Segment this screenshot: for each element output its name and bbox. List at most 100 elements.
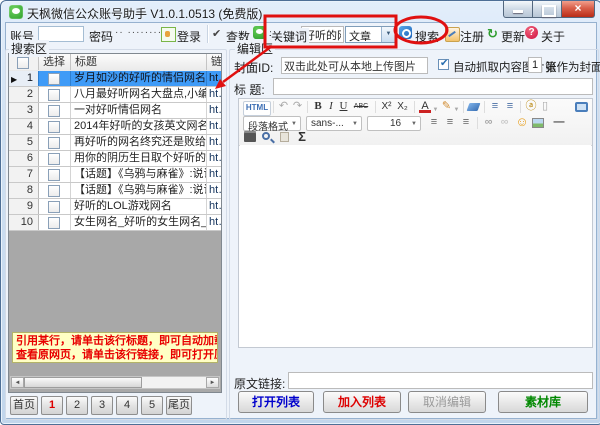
- row-link[interactable]: ht…: [207, 183, 221, 198]
- editor-content[interactable]: [240, 145, 591, 346]
- insert-image-icon[interactable]: [532, 118, 544, 128]
- text-color-button[interactable]: A: [419, 100, 431, 113]
- page-button-5[interactable]: 5: [141, 396, 163, 415]
- new-page-icon[interactable]: ▯: [539, 100, 551, 113]
- row-link[interactable]: ht…: [207, 167, 221, 182]
- row-link[interactable]: ht…: [207, 103, 221, 118]
- paragraph-format-select[interactable]: 段落格式▼: [243, 116, 301, 131]
- row-title[interactable]: 女生网名_好听的女生网名_女生…: [71, 215, 207, 230]
- table-row[interactable]: 7 【话题】《乌鸦与麻雀》:说说你… ht…: [9, 167, 221, 183]
- preview-icon[interactable]: [262, 132, 270, 140]
- scroll-left-icon[interactable]: ◄: [11, 377, 24, 388]
- print-icon[interactable]: [244, 133, 256, 142]
- underline-button[interactable]: U: [338, 100, 349, 113]
- eraser-icon[interactable]: [467, 103, 481, 111]
- horizontal-scrollbar[interactable]: ◄ ►: [10, 376, 220, 389]
- row-checkbox[interactable]: [48, 121, 60, 133]
- row-link[interactable]: ht…: [207, 135, 221, 150]
- row-title[interactable]: 好听的LOL游戏网名: [71, 199, 207, 214]
- emoticon-icon[interactable]: ☺: [515, 115, 529, 128]
- align-right-icon[interactable]: ≡: [459, 116, 473, 129]
- source-code-button[interactable]: HTML: [243, 101, 271, 116]
- page-first-button[interactable]: 首页: [10, 396, 38, 415]
- row-link[interactable]: ht…: [207, 215, 221, 230]
- page-button-3[interactable]: 3: [91, 396, 113, 415]
- table-row[interactable]: ▶1 岁月如沙的好听的情侣网名 ht…: [9, 71, 221, 87]
- scrollbar-thumb[interactable]: [24, 377, 142, 388]
- row-link[interactable]: ht…: [207, 199, 221, 214]
- row-title[interactable]: 再好听的网名终究还是败给了备注.: [71, 135, 207, 150]
- highlight-button[interactable]: ✎: [440, 100, 453, 113]
- maximize-editor-icon[interactable]: [575, 102, 588, 112]
- col-link[interactable]: 链接: [207, 54, 221, 70]
- bold-button[interactable]: B: [312, 100, 324, 113]
- row-link[interactable]: ht…: [207, 87, 221, 102]
- row-link[interactable]: ht…: [207, 71, 221, 86]
- row-checkbox[interactable]: [48, 169, 60, 181]
- italic-button[interactable]: I: [326, 100, 336, 113]
- cover-id-input[interactable]: [281, 57, 428, 74]
- source-link-input[interactable]: [288, 372, 593, 389]
- row-title[interactable]: 用你的阴历生日取个好听的网名…: [71, 151, 207, 166]
- article-title-input[interactable]: [273, 78, 593, 95]
- font-family-select[interactable]: sans-...▼: [306, 116, 362, 131]
- page-button-4[interactable]: 4: [116, 396, 138, 415]
- table-row[interactable]: 10 女生网名_好听的女生网名_女生… ht…: [9, 215, 221, 231]
- maximize-button[interactable]: [532, 1, 562, 18]
- password-input[interactable]: ·· ········: [115, 27, 162, 38]
- subscript-button[interactable]: X₂: [395, 100, 410, 113]
- about-button[interactable]: 关于: [541, 28, 565, 45]
- superscript-button[interactable]: X²: [379, 100, 394, 113]
- formula-icon[interactable]: Σ: [295, 130, 309, 143]
- redo-icon[interactable]: ↷: [291, 100, 304, 113]
- scroll-right-icon[interactable]: ►: [206, 377, 219, 388]
- material-library-button[interactable]: 素材库: [498, 391, 588, 413]
- row-checkbox[interactable]: [48, 73, 60, 85]
- align-left-icon[interactable]: ≡: [427, 116, 441, 129]
- add-to-list-button[interactable]: 加入列表: [323, 391, 401, 413]
- row-checkbox[interactable]: [48, 137, 60, 149]
- cancel-edit-button[interactable]: 取消编辑: [408, 391, 486, 413]
- horizontal-rule-icon[interactable]: —: [551, 116, 567, 129]
- page-button-1[interactable]: 1: [41, 396, 63, 415]
- close-button[interactable]: ×: [561, 1, 595, 18]
- page-button-2[interactable]: 2: [66, 396, 88, 415]
- row-checkbox[interactable]: [48, 153, 60, 165]
- row-checkbox[interactable]: [48, 185, 60, 197]
- col-title[interactable]: 标题: [71, 54, 207, 70]
- minimize-button[interactable]: [503, 1, 533, 18]
- row-checkbox[interactable]: [48, 105, 60, 117]
- table-row[interactable]: 8 【话题】《乌鸦与麻雀》:说说你… ht…: [9, 183, 221, 199]
- remove-link-icon[interactable]: ∞: [497, 116, 512, 129]
- article-type-select[interactable]: 文章 ▼: [345, 26, 396, 43]
- row-link[interactable]: ht…: [207, 151, 221, 166]
- row-title[interactable]: 2014年好听的女孩英文网名推荐 …: [71, 119, 207, 134]
- row-title[interactable]: 八月最好听网名大盘点,小编告诉…: [71, 87, 207, 102]
- row-title[interactable]: 一对好听情侣网名: [71, 103, 207, 118]
- table-row[interactable]: 2 八月最好听网名大盘点,小编告诉… ht…: [9, 87, 221, 103]
- strikethrough-button[interactable]: ABC: [351, 101, 371, 112]
- search-button[interactable]: 搜索: [415, 28, 439, 45]
- insert-link-icon[interactable]: ∞: [481, 116, 496, 129]
- cover-index-input[interactable]: [528, 57, 542, 73]
- row-title[interactable]: 【话题】《乌鸦与麻雀》:说说你…: [71, 183, 207, 198]
- select-all-checkbox[interactable]: [17, 57, 29, 69]
- table-row[interactable]: 5 再好听的网名终究还是败给了备注. ht…: [9, 135, 221, 151]
- row-checkbox[interactable]: [48, 201, 60, 213]
- undo-icon[interactable]: ↶: [277, 100, 290, 113]
- update-button[interactable]: 更新: [501, 28, 525, 45]
- bullet-list-icon[interactable]: ≡: [503, 100, 517, 113]
- paste-icon[interactable]: [280, 132, 289, 142]
- chevron-down-icon[interactable]: ▼: [381, 27, 395, 42]
- font-size-select[interactable]: 16▼: [367, 116, 421, 131]
- page-last-button[interactable]: 尾页: [166, 396, 192, 415]
- table-row[interactable]: 6 用你的阴历生日取个好听的网名… ht…: [9, 151, 221, 167]
- ordered-list-icon[interactable]: ≡: [488, 100, 502, 113]
- register-button[interactable]: 注册: [460, 28, 484, 45]
- table-row[interactable]: 3 一对好听情侣网名 ht…: [9, 103, 221, 119]
- row-title[interactable]: 【话题】《乌鸦与麻雀》:说说你…: [71, 167, 207, 182]
- row-title[interactable]: 岁月如沙的好听的情侣网名: [71, 71, 207, 86]
- table-row[interactable]: 9 好听的LOL游戏网名 ht…: [9, 199, 221, 215]
- auto-capture-checkbox[interactable]: ✔: [438, 59, 449, 70]
- row-checkbox[interactable]: [48, 89, 60, 101]
